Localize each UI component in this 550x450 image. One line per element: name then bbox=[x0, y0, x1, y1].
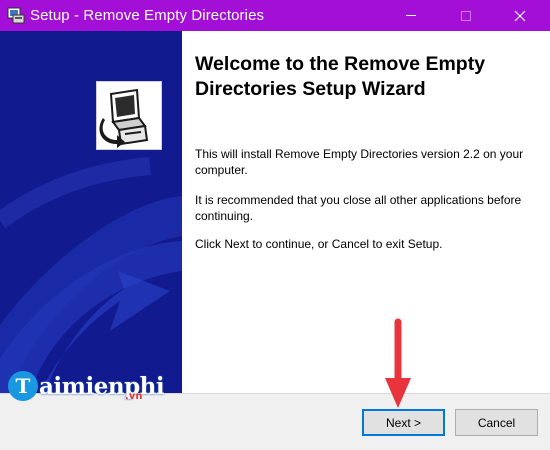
maximize-icon bbox=[443, 0, 489, 31]
cancel-button[interactable]: Cancel bbox=[455, 409, 538, 436]
close-apps-notice: It is recommended that you close all oth… bbox=[195, 193, 522, 223]
watermark-initial: T bbox=[8, 371, 38, 401]
close-icon[interactable] bbox=[497, 0, 543, 31]
next-instructions: Click Next to continue, or Cancel to exi… bbox=[195, 237, 443, 251]
window-title: Setup - Remove Empty Directories bbox=[30, 7, 265, 24]
title-bar[interactable]: Setup - Remove Empty Directories bbox=[0, 0, 550, 31]
next-button[interactable]: Next > bbox=[362, 409, 445, 436]
minimize-icon[interactable] bbox=[388, 0, 434, 31]
wizard-side-image bbox=[0, 31, 182, 393]
watermark-brand: aimienphi bbox=[39, 372, 165, 400]
annotation-arrow-icon bbox=[385, 318, 411, 408]
setup-app-icon bbox=[7, 7, 25, 24]
watermark-suffix: .vn bbox=[125, 391, 143, 402]
install-description: This will install Remove Empty Directori… bbox=[195, 147, 524, 177]
welcome-heading: Welcome to the Remove Empty Directories … bbox=[195, 53, 486, 100]
product-logo bbox=[96, 81, 162, 150]
